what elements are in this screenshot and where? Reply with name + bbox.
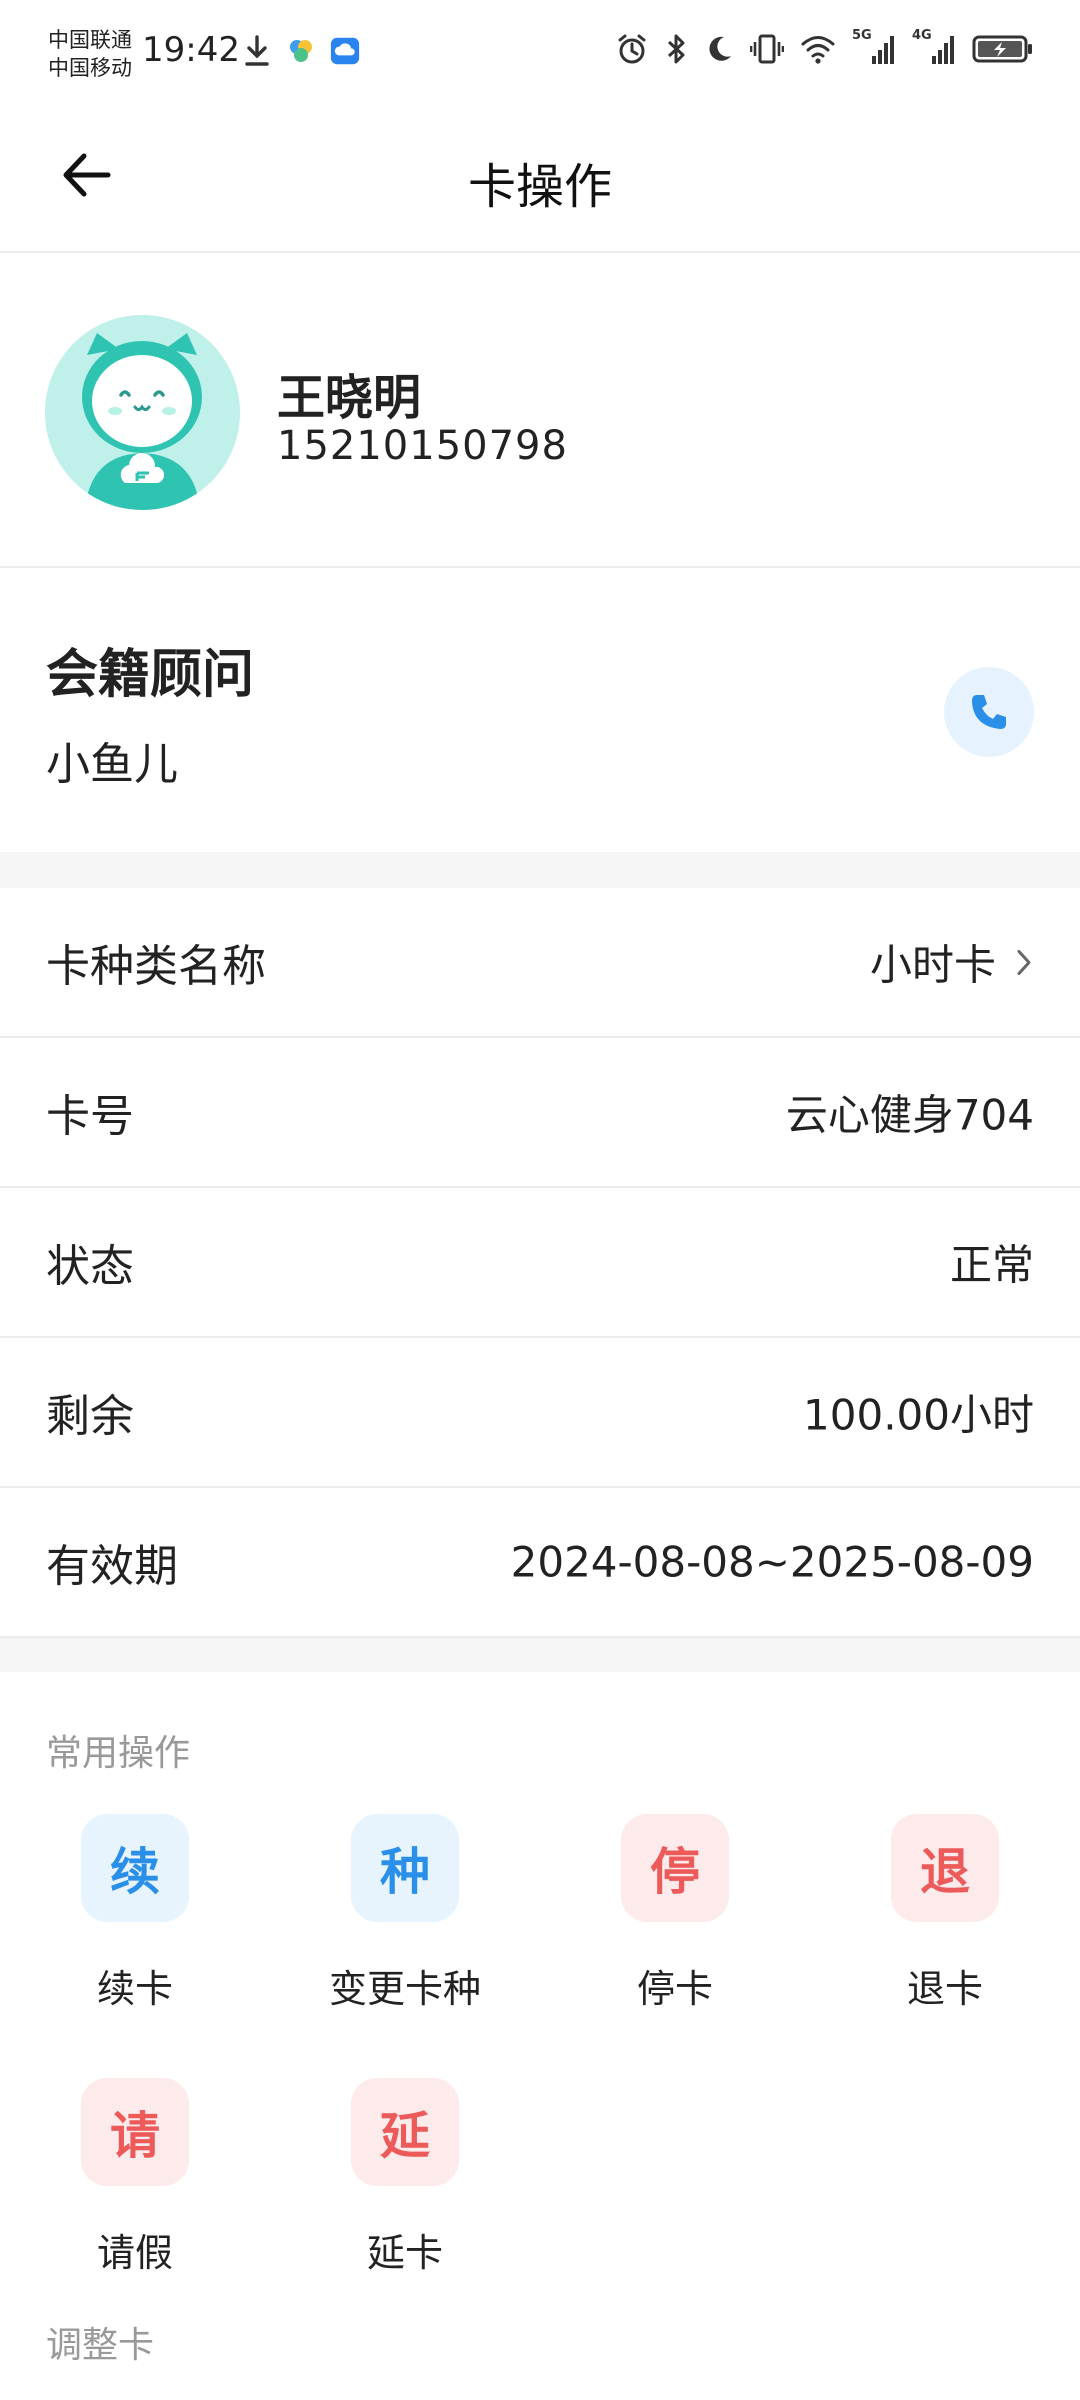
member-profile: 王晓明 15210150798 bbox=[0, 253, 1080, 568]
alarm-icon bbox=[618, 34, 646, 64]
op-label: 停卡 bbox=[636, 1967, 713, 2011]
avatar bbox=[45, 315, 240, 510]
advisor-section: 会籍顾问 小鱼儿 bbox=[0, 570, 1080, 852]
remaining-row: 剩余 100.00小时 bbox=[0, 1338, 1080, 1488]
card-number-value: 云心健身704 bbox=[785, 1090, 1034, 1140]
phone-icon bbox=[972, 695, 1006, 729]
download-icon bbox=[245, 35, 269, 66]
info-label: 卡号 bbox=[46, 1091, 134, 1142]
carrier-2: 中国移动 bbox=[48, 56, 132, 80]
op-label: 变更卡种 bbox=[328, 1967, 481, 2011]
operations-section: 常用操作 续 续卡 种 变更卡种 停 停卡 退 退卡 请 请假 延 延卡 调整卡 bbox=[0, 1672, 1080, 2400]
advisor-label: 会籍顾问 bbox=[46, 645, 255, 705]
section-gap bbox=[0, 1638, 1080, 1672]
advisor-name: 小鱼儿 bbox=[46, 739, 178, 790]
card-number-row: 卡号 云心健身704 bbox=[0, 1038, 1080, 1188]
page-title: 卡操作 bbox=[467, 159, 612, 215]
op-icon-tile: 停 bbox=[621, 1814, 729, 1922]
suspend-card-button[interactable]: 停 停卡 bbox=[575, 1814, 775, 2013]
refund-card-button[interactable]: 退 退卡 bbox=[845, 1814, 1045, 2013]
pinwheel-app-icon bbox=[290, 40, 312, 62]
op-icon-tile: 续 bbox=[81, 1814, 189, 1922]
signal-5g-icon: 5G bbox=[852, 28, 896, 66]
wifi-icon bbox=[801, 36, 835, 64]
op-label: 请假 bbox=[96, 2231, 173, 2275]
info-label: 卡种类名称 bbox=[46, 941, 266, 992]
section-title: 常用操作 bbox=[46, 1733, 191, 1774]
section-gap bbox=[0, 852, 1080, 888]
battery-icon bbox=[972, 35, 1032, 63]
renew-card-button[interactable]: 续 续卡 bbox=[35, 1814, 235, 2013]
status-value: 正常 bbox=[949, 1240, 1034, 1290]
cat-mascot-avatar bbox=[45, 315, 239, 510]
op-label: 延卡 bbox=[366, 2231, 443, 2275]
op-icon-tile: 种 bbox=[351, 1814, 459, 1922]
signal-4g-icon: 4G bbox=[912, 28, 956, 66]
member-phone: 15210150798 bbox=[277, 423, 568, 469]
op-icon-tile: 延 bbox=[351, 2078, 459, 2186]
op-label: 续卡 bbox=[96, 1967, 173, 2011]
carrier-labels: 中国联通 中国移动 bbox=[48, 26, 132, 82]
status-time: 19:42 bbox=[142, 30, 240, 70]
call-advisor-button[interactable] bbox=[944, 667, 1034, 757]
card-info-list: 卡种类名称 小时卡 卡号 云心健身704 状态 正常 剩余 100.00小时 有… bbox=[0, 888, 1080, 1638]
member-name: 王晓明 bbox=[277, 370, 422, 426]
extend-card-button[interactable]: 延 延卡 bbox=[305, 2078, 505, 2277]
validity-value: 2024-08-08~2025-08-09 bbox=[510, 1537, 1034, 1587]
status-right-icons: 5G 4G bbox=[616, 28, 1034, 66]
chevron-right-icon bbox=[1017, 949, 1031, 975]
bluetooth-icon bbox=[667, 34, 685, 64]
status-row: 状态 正常 bbox=[0, 1188, 1080, 1338]
vibrate-icon bbox=[750, 34, 784, 64]
info-label: 状态 bbox=[46, 1241, 134, 1292]
op-icon-tile: 请 bbox=[81, 2078, 189, 2186]
op-label: 退卡 bbox=[906, 1967, 983, 2011]
info-label: 剩余 bbox=[46, 1391, 134, 1442]
info-label: 有效期 bbox=[46, 1541, 178, 1592]
status-bar: 中国联通 中国移动 19:42 5G 4G bbox=[0, 0, 1080, 105]
change-card-type-button[interactable]: 种 变更卡种 bbox=[305, 1814, 505, 2013]
app-header: 卡操作 bbox=[0, 105, 1080, 253]
card-type-row[interactable]: 卡种类名称 小时卡 bbox=[0, 888, 1080, 1038]
moon-icon bbox=[709, 36, 731, 61]
remaining-value: 100.00小时 bbox=[803, 1390, 1034, 1440]
validity-row: 有效期 2024-08-08~2025-08-09 bbox=[0, 1488, 1080, 1638]
carrier-1: 中国联通 bbox=[48, 28, 132, 52]
status-left-icons bbox=[242, 34, 360, 68]
adjust-card-section-title: 调整卡 bbox=[46, 2325, 155, 2366]
cloud-app-icon bbox=[330, 37, 360, 65]
card-type-value: 小时卡 bbox=[869, 940, 996, 990]
info-value: 小时卡 bbox=[870, 932, 1034, 993]
leave-button[interactable]: 请 请假 bbox=[35, 2078, 235, 2277]
card-operations-screen: 中国联通 中国移动 19:42 5G 4G 卡操作 王晓明 1521015079… bbox=[0, 0, 1080, 2400]
op-icon-tile: 退 bbox=[891, 1814, 999, 1922]
